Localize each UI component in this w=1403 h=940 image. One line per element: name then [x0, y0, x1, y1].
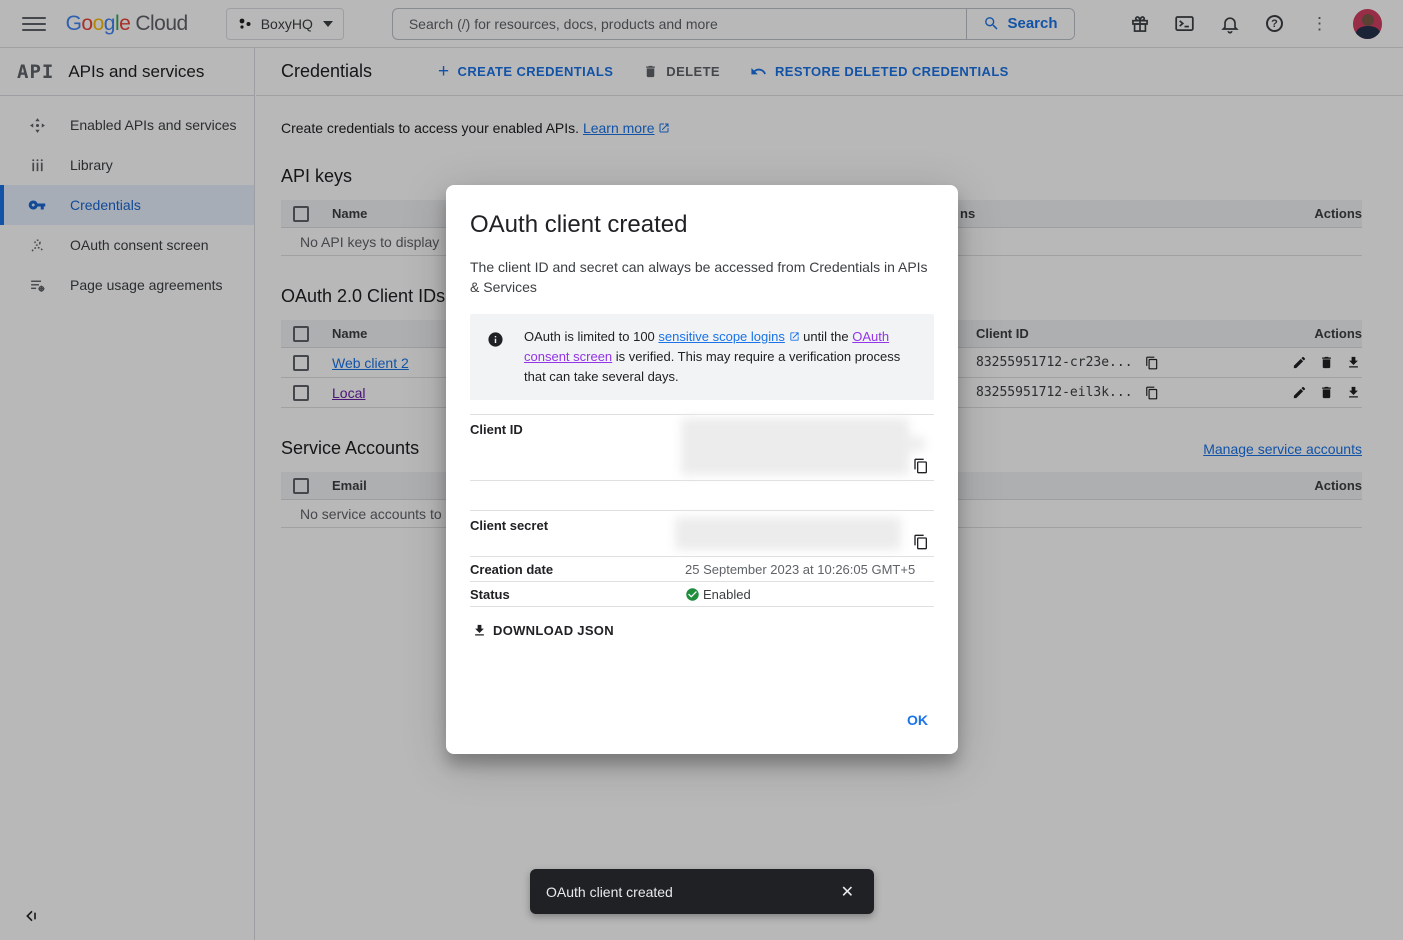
- client-id-label: Client ID: [470, 415, 685, 480]
- google-cloud-console: Google Cloud BoxyHQ Search: [0, 0, 1403, 940]
- creation-date-value: 25 September 2023 at 10:26:05 GMT+5: [685, 562, 934, 577]
- check-circle-icon: [685, 587, 700, 602]
- info-banner: OAuth is limited to 100 sensitive scope …: [470, 314, 934, 400]
- status-row: Status Enabled: [470, 582, 934, 607]
- client-secret-label: Client secret: [470, 511, 685, 556]
- external-link-icon: [789, 331, 800, 342]
- client-id-value-redacted: [685, 415, 934, 480]
- creation-date-row: Creation date 25 September 2023 at 10:26…: [470, 557, 934, 582]
- sensitive-scope-logins-link[interactable]: sensitive scope logins: [658, 329, 784, 344]
- client-secret-value-redacted: [685, 511, 934, 556]
- client-id-row: Client ID: [470, 414, 934, 481]
- status-value: Enabled: [685, 587, 934, 602]
- client-secret-row: Client secret: [470, 510, 934, 557]
- close-icon[interactable]: ✕: [837, 878, 858, 906]
- info-icon: [487, 331, 504, 348]
- creation-date-label: Creation date: [470, 562, 685, 577]
- download-json-button[interactable]: DOWNLOAD JSON: [470, 619, 616, 642]
- oauth-client-created-dialog: OAuth client created The client ID and s…: [446, 185, 958, 754]
- dialog-description: The client ID and secret can always be a…: [470, 257, 934, 297]
- copy-icon[interactable]: [913, 534, 929, 550]
- snackbar: OAuth client created ✕: [530, 869, 874, 914]
- copy-icon[interactable]: [913, 458, 929, 474]
- dialog-title: OAuth client created: [470, 211, 934, 239]
- info-text: OAuth is limited to 100 sensitive scope …: [524, 327, 918, 387]
- snackbar-message: OAuth client created: [546, 884, 837, 900]
- download-icon: [472, 623, 487, 638]
- dialog-fields: Client ID Client secret: [470, 414, 934, 607]
- ok-button[interactable]: OK: [905, 708, 930, 732]
- status-label: Status: [470, 587, 685, 602]
